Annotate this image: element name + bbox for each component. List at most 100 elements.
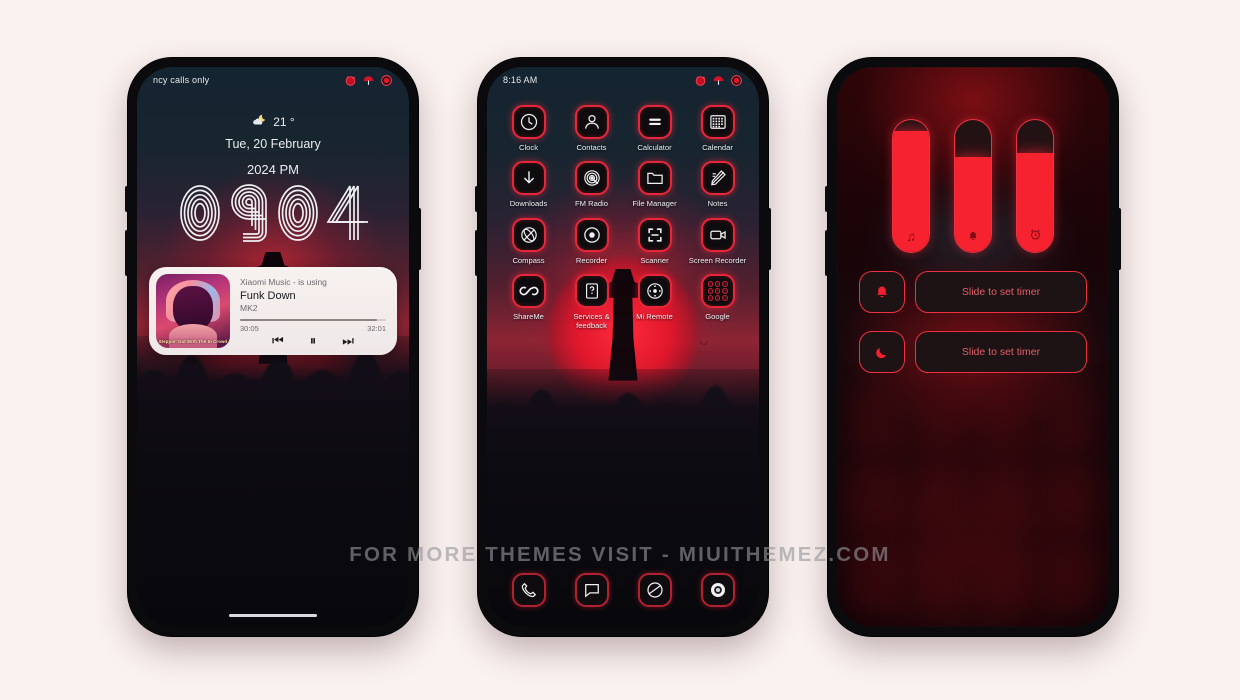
dock-messages[interactable] <box>574 573 609 607</box>
camera-lens-icon[interactable] <box>700 573 735 607</box>
app-label: Mi Remote <box>636 311 673 321</box>
bell-icon <box>955 229 991 243</box>
clock-icon[interactable] <box>511 105 546 139</box>
app-notes[interactable]: Notes <box>686 161 749 208</box>
ring-volume-slider[interactable] <box>954 119 992 253</box>
pencil-note-icon[interactable] <box>700 161 735 196</box>
calendar-icon[interactable] <box>700 105 735 139</box>
app-file-manager[interactable]: File Manager <box>623 161 686 208</box>
dnd-timer-row: Slide to set timer <box>859 331 1087 373</box>
fm-radio-icon[interactable] <box>574 161 609 196</box>
mute-switch[interactable] <box>125 186 129 212</box>
app-label: Compass <box>512 255 545 265</box>
screenshot-canvas: ncy calls only 21 ° Tue, 20 February 202… <box>0 0 1240 700</box>
app-calculator[interactable]: Calculator <box>623 105 686 152</box>
power-button[interactable] <box>417 208 421 270</box>
phone2-screen: 8:16 AM Clock Contacts Calculator Calend… <box>487 67 759 627</box>
phone-lockscreen: ncy calls only 21 ° Tue, 20 February 202… <box>125 58 421 636</box>
browser-globe-icon[interactable] <box>637 573 672 607</box>
dock-phone[interactable] <box>511 573 546 607</box>
phone1-status-bar: ncy calls only <box>137 67 409 93</box>
app-mi-remote[interactable]: Mi Remote <box>623 273 686 331</box>
carrier-label: ncy calls only <box>153 75 210 85</box>
moon-cloud-icon <box>251 113 267 130</box>
progress-bar[interactable] <box>240 319 386 321</box>
dock-browser[interactable] <box>637 573 672 607</box>
compass-icon[interactable] <box>511 217 546 252</box>
phone-handset-icon[interactable] <box>511 573 546 607</box>
power-button[interactable] <box>1117 208 1121 270</box>
blurred-app-icons <box>837 369 1109 627</box>
lockscreen-year-period: 2024 PM <box>246 162 300 177</box>
lockscreen-weather: 21 ° <box>137 113 409 130</box>
remote-dpad-icon[interactable] <box>637 273 672 308</box>
app-contacts[interactable]: Contacts <box>560 105 623 152</box>
wifi-icon <box>362 74 375 87</box>
app-label: Scanner <box>640 255 669 265</box>
bell-icon[interactable] <box>859 271 905 313</box>
pause-button[interactable]: ⏸ <box>310 334 317 347</box>
app-screen-recorder[interactable]: Screen Recorder <box>686 217 749 265</box>
folder-icon[interactable] <box>637 161 672 196</box>
volume-buttons[interactable] <box>475 230 479 276</box>
battery-icon <box>730 74 743 87</box>
app-label: FM Radio <box>575 199 608 209</box>
google-folder-icon[interactable] <box>700 273 735 308</box>
app-clock[interactable]: Clock <box>497 105 560 152</box>
mute-switch[interactable] <box>475 186 479 212</box>
phone1-screen: ncy calls only 21 ° Tue, 20 February 202… <box>137 67 409 627</box>
feedback-doc-icon[interactable] <box>574 273 609 308</box>
contacts-icon[interactable] <box>574 105 609 139</box>
battery-icon <box>380 74 393 87</box>
alarm-volume-slider[interactable] <box>1016 119 1054 253</box>
calculator-icon[interactable] <box>637 105 672 139</box>
dnd-timer-slider[interactable]: Slide to set timer <box>915 331 1087 373</box>
moon-icon[interactable] <box>859 331 905 373</box>
app-label: Services & feedback <box>573 311 610 330</box>
previous-button[interactable]: ⏮ <box>272 334 284 347</box>
signal-icon <box>694 74 707 87</box>
album-caption: Steppin' Out With The In Crowd <box>158 339 228 344</box>
home-indicator[interactable] <box>229 613 317 617</box>
music-note-icon: ♫ <box>906 229 916 244</box>
duration-time: 32:01 <box>367 324 386 333</box>
dock <box>497 567 749 613</box>
album-art: Steppin' Out With The In Crowd <box>156 274 230 348</box>
mute-switch[interactable] <box>825 186 829 212</box>
media-volume-slider[interactable]: ♫ <box>892 119 930 253</box>
infinity-icon[interactable] <box>511 273 546 308</box>
app-label: Downloads <box>509 199 548 209</box>
power-button[interactable] <box>767 208 771 270</box>
app-scanner[interactable]: Scanner <box>623 217 686 265</box>
recorder-icon[interactable] <box>574 217 609 252</box>
phone-volume-panel: ♫ Slide to set timer Slide to set timer <box>825 58 1121 636</box>
phone3-screen: ♫ Slide to set timer Slide to set timer <box>837 67 1109 627</box>
status-time: 8:16 AM <box>503 75 538 85</box>
volume-panel: ♫ Slide to set timer Slide to set timer <box>859 119 1087 373</box>
music-app-line: Xiaomi Music - is using <box>240 277 327 287</box>
app-shareme[interactable]: ShareMe <box>497 273 560 331</box>
app-compass[interactable]: Compass <box>497 217 560 265</box>
volume-buttons[interactable] <box>125 230 129 276</box>
clock-digit <box>177 182 223 244</box>
clock-digit <box>226 182 272 244</box>
app-calendar[interactable]: Calendar <box>686 105 749 152</box>
dock-camera[interactable] <box>700 573 735 607</box>
app-services-feedback[interactable]: Services & feedback <box>560 273 623 331</box>
download-arrow-icon[interactable] <box>511 161 546 196</box>
app-fm-radio[interactable]: FM Radio <box>560 161 623 208</box>
wifi-icon <box>712 74 725 87</box>
scanner-frame-icon[interactable] <box>637 217 672 252</box>
silent-timer-slider[interactable]: Slide to set timer <box>915 271 1087 313</box>
app-recorder[interactable]: Recorder <box>560 217 623 265</box>
message-bubble-icon[interactable] <box>574 573 609 607</box>
volume-buttons[interactable] <box>825 230 829 276</box>
next-button[interactable]: ⏭ <box>342 334 354 347</box>
app-downloads[interactable]: Downloads <box>497 161 560 208</box>
app-label: Google <box>705 311 730 321</box>
video-camera-icon[interactable] <box>700 217 735 252</box>
temperature-label: 21 ° <box>273 114 295 129</box>
app-google-folder[interactable]: Google <box>686 273 749 331</box>
music-widget[interactable]: Steppin' Out With The In Crowd Xiaomi Mu… <box>149 267 397 355</box>
track-artist: MK2 <box>240 303 258 313</box>
